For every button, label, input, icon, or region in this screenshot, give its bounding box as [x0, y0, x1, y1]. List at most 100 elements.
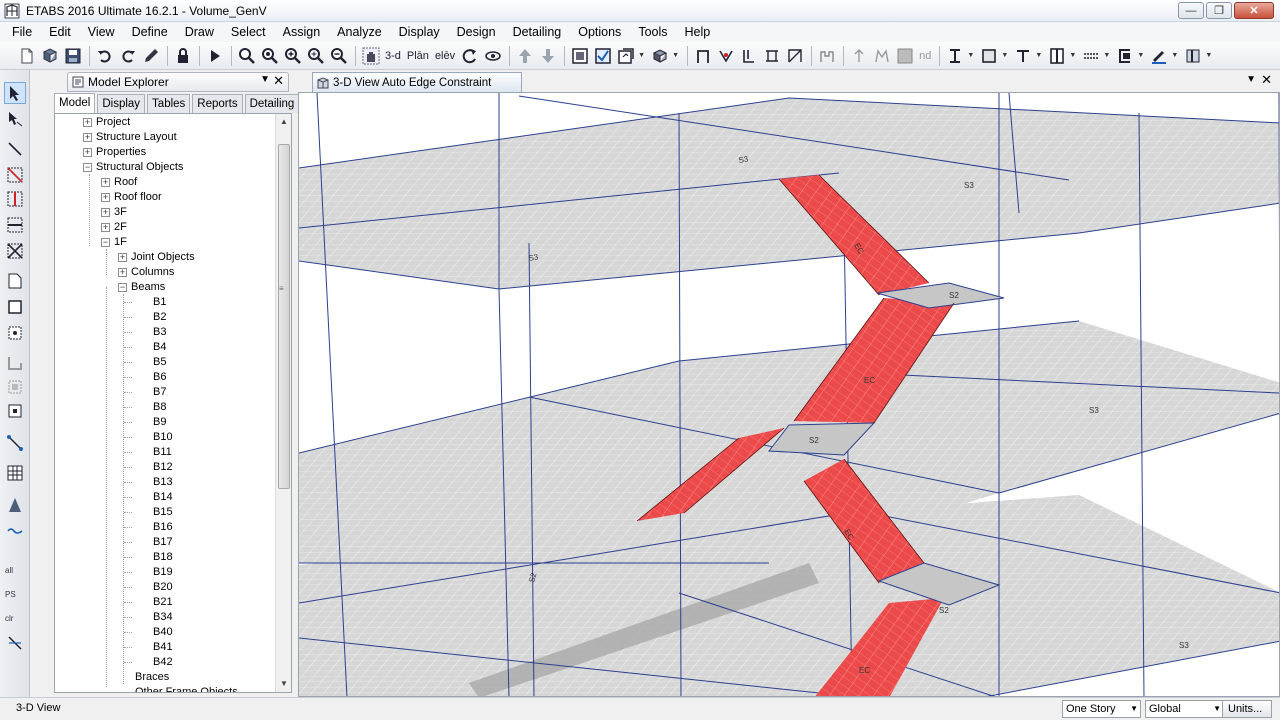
collapse-icon[interactable]: − — [118, 283, 127, 292]
lock-icon[interactable] — [172, 45, 194, 67]
i-beam-icon[interactable] — [944, 45, 966, 67]
clear-selection-button[interactable]: clr — [5, 614, 13, 623]
tree-item-beam[interactable]: B1 — [124, 295, 166, 310]
draw-wall-stack-icon[interactable] — [4, 400, 26, 422]
3d-model-drawing[interactable]: EC EC EC EC S2 S2 S2 S2 S3 S3 S3 S3 S3 — [299, 93, 1280, 697]
view-tab[interactable]: 3-D View Auto Edge Constraint — [312, 72, 522, 92]
tree-item-beam[interactable]: B16 — [124, 520, 173, 535]
draw-wall-icon[interactable] — [761, 45, 783, 67]
zoom-in-step-icon[interactable] — [305, 45, 327, 67]
tree-item-properties[interactable]: + Properties — [83, 145, 146, 160]
draw-rect-floor-icon[interactable] — [4, 296, 26, 318]
tree-item-beam[interactable]: B18 — [124, 550, 173, 565]
zoom-in-icon[interactable] — [282, 45, 304, 67]
tree-item-story[interactable]: + Roof — [101, 175, 137, 190]
tab-reports[interactable]: Reports — [192, 94, 243, 113]
tree-item-beam[interactable]: B9 — [124, 415, 166, 430]
menu-define[interactable]: Define — [126, 22, 174, 42]
zoom-window-icon[interactable] — [236, 45, 258, 67]
tree-item-columns[interactable]: + Columns — [118, 265, 174, 280]
draw-beam-frame-icon[interactable] — [692, 45, 714, 67]
grid-icon[interactable] — [4, 462, 26, 484]
undo-icon[interactable] — [94, 45, 116, 67]
menu-detailing[interactable]: Detailing — [507, 22, 568, 42]
explorer-close-icon[interactable]: ✕ — [273, 73, 284, 89]
expand-icon[interactable]: + — [118, 253, 127, 262]
menu-edit[interactable]: Edit — [43, 22, 77, 42]
tree-item-beam[interactable]: B2 — [124, 310, 166, 325]
menu-tools[interactable]: Tools — [632, 22, 673, 42]
dimension-line-icon[interactable] — [4, 494, 26, 516]
building-view-icon[interactable] — [615, 45, 637, 67]
tree-item-beam[interactable]: B41 — [124, 640, 173, 655]
menu-file[interactable]: File — [6, 22, 38, 42]
top-floor-slab[interactable] — [299, 98, 1280, 289]
draw-link-icon[interactable] — [848, 45, 870, 67]
draw-link-tool-icon[interactable] — [4, 432, 26, 454]
tree-item-beam[interactable]: B3 — [124, 325, 166, 340]
tab-model[interactable]: Model — [54, 93, 96, 113]
building-view-dropdown-icon[interactable]: ▼ — [638, 45, 646, 67]
view-dropdown-icon[interactable]: ▼ — [1246, 74, 1256, 85]
dimension-button[interactable]: nd — [917, 45, 933, 67]
tree-item-beam[interactable]: B15 — [124, 505, 173, 520]
tree-item-beam[interactable]: B7 — [124, 385, 166, 400]
draw-column-tool-icon[interactable] — [4, 188, 26, 210]
tree-item-beam[interactable]: B5 — [124, 355, 166, 370]
view-close-icon[interactable]: ✕ — [1261, 72, 1272, 88]
rotate-view-icon[interactable] — [459, 45, 481, 67]
extrude-view-icon[interactable] — [649, 45, 671, 67]
wall-section-icon[interactable] — [1080, 45, 1102, 67]
check-model-icon[interactable] — [715, 45, 737, 67]
pin-dropdown-icon[interactable]: ▼ — [260, 74, 270, 85]
menu-options[interactable]: Options — [572, 22, 627, 42]
tree-item-beam[interactable]: B8 — [124, 400, 166, 415]
menu-design[interactable]: Design — [451, 22, 502, 42]
expand-icon[interactable]: + — [101, 223, 110, 232]
tree-item-story[interactable]: + Roof floor — [101, 190, 162, 205]
t-section-icon[interactable] — [1012, 45, 1034, 67]
menu-display[interactable]: Display — [393, 22, 446, 42]
tree-item-beams[interactable]: − Beams — [118, 280, 165, 295]
tree-item-beam[interactable]: B34 — [124, 610, 173, 625]
reshape-icon[interactable] — [4, 108, 26, 130]
menu-analyze[interactable]: Analyze — [331, 22, 387, 42]
scrollbar-thumb[interactable] — [278, 144, 290, 489]
tree-item-beam[interactable]: B19 — [124, 565, 173, 580]
close-button[interactable]: ✕ — [1234, 2, 1274, 19]
tab-detailing[interactable]: Detailing — [244, 94, 300, 113]
units-button[interactable]: Units... — [1222, 700, 1272, 718]
expand-icon[interactable]: + — [101, 208, 110, 217]
wall-section-dropdown-icon[interactable]: ▼ — [1103, 45, 1111, 67]
tree-item-story-1f[interactable]: −1F — [101, 235, 127, 250]
tree-item-beam[interactable]: B42 — [124, 655, 173, 670]
draw-opening-icon[interactable] — [4, 376, 26, 398]
t-section-dropdown-icon[interactable]: ▼ — [1035, 45, 1043, 67]
tree-item-story[interactable]: +2F — [101, 220, 127, 235]
minimize-button[interactable]: — — [1178, 2, 1204, 19]
column-section-dropdown-icon[interactable]: ▼ — [1069, 45, 1077, 67]
draw-column-icon[interactable] — [738, 45, 760, 67]
column-section-icon[interactable] — [1046, 45, 1068, 67]
expand-icon[interactable]: + — [83, 133, 92, 142]
tree-item-beam[interactable]: B17 — [124, 535, 173, 550]
previous-selection-button[interactable]: PS — [5, 590, 16, 599]
draw-brace-icon[interactable] — [784, 45, 806, 67]
menu-view[interactable]: View — [82, 22, 121, 42]
property-panel-dropdown-icon[interactable]: ▼ — [1205, 45, 1213, 67]
menu-assign[interactable]: Assign — [277, 22, 327, 42]
draw-wall-tool-icon[interactable] — [4, 352, 26, 374]
tree-item-beam[interactable]: B21 — [124, 595, 173, 610]
expand-icon[interactable]: + — [101, 193, 110, 202]
elevation-view-button[interactable]: elēv — [433, 45, 457, 67]
move-up-icon[interactable] — [514, 45, 536, 67]
expand-icon[interactable]: + — [83, 118, 92, 127]
tree-item-beam[interactable]: B20 — [124, 580, 173, 595]
new-model-icon[interactable] — [16, 45, 38, 67]
assign-pen-icon[interactable] — [1148, 45, 1170, 67]
area-section-icon[interactable] — [978, 45, 1000, 67]
tree-item-beam[interactable]: B14 — [124, 490, 173, 505]
draw-secondary-beam-icon[interactable] — [816, 45, 838, 67]
area-section-dropdown-icon[interactable]: ▼ — [1001, 45, 1009, 67]
story-option-select[interactable]: One Story ▼ — [1062, 700, 1141, 718]
